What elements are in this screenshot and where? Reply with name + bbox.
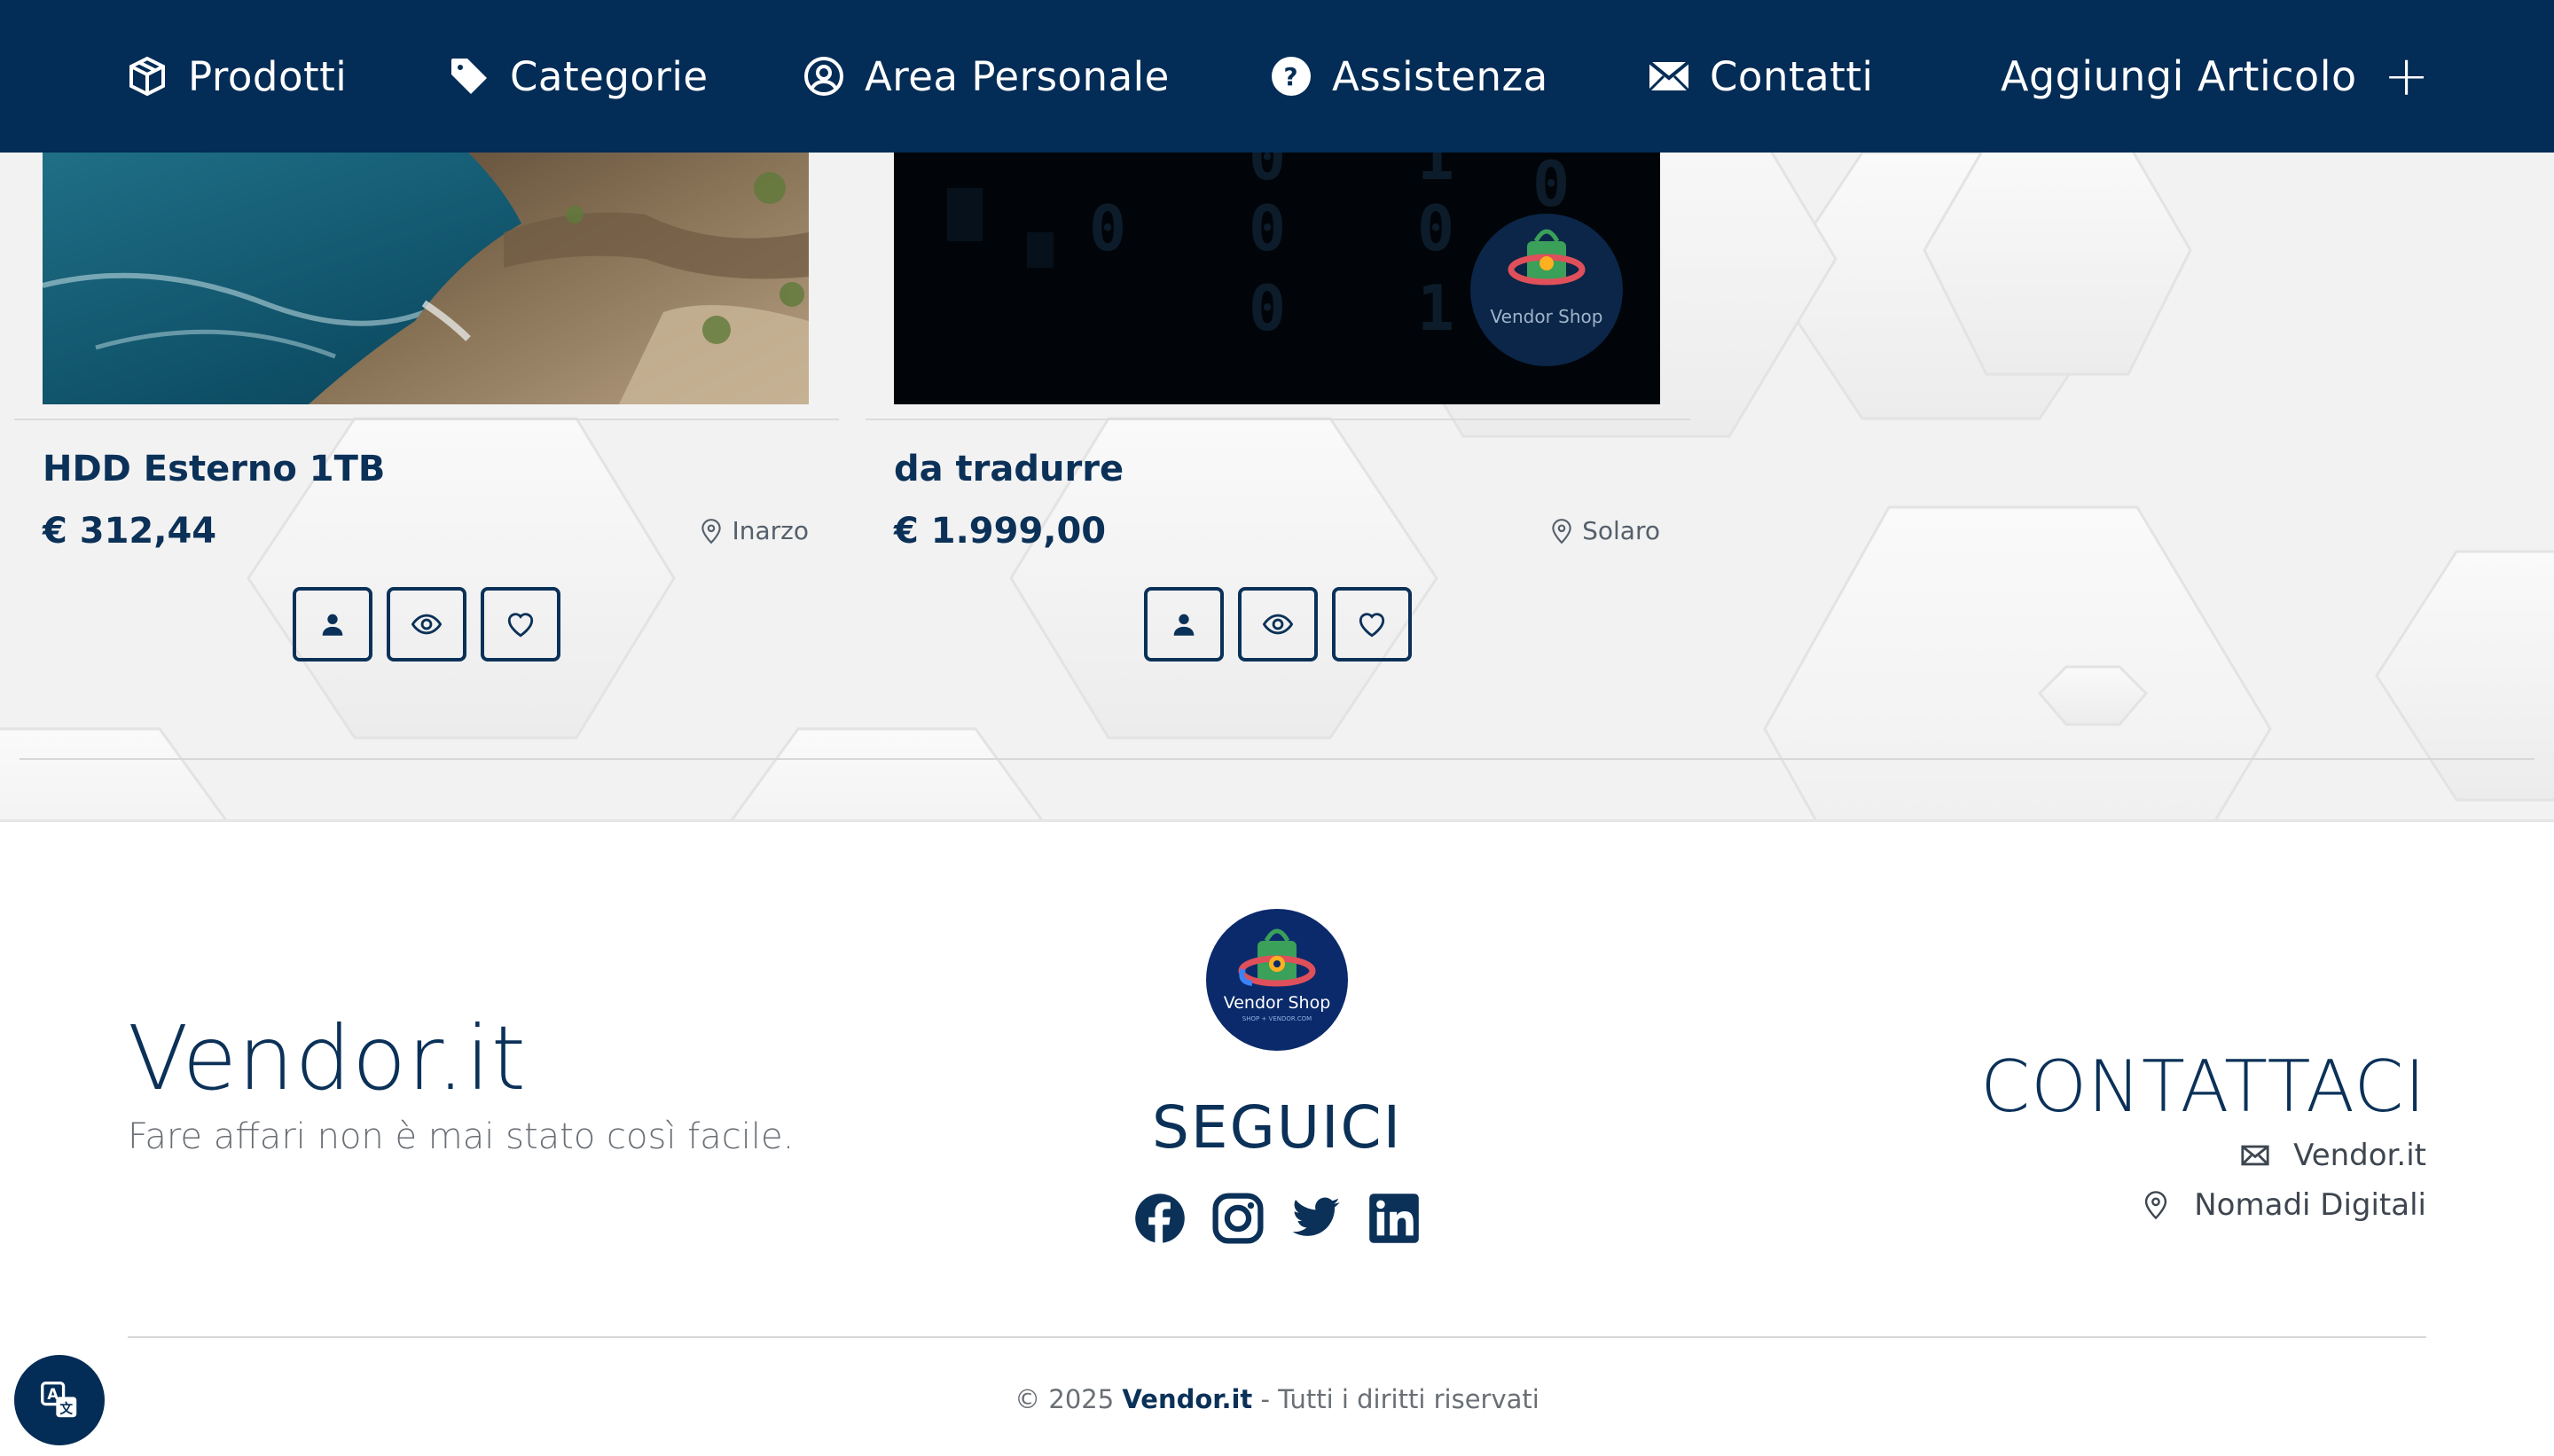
favorite-button[interactable] [1332, 587, 1412, 661]
main-navbar: Prodotti Categorie Area Personale ? Assi… [0, 0, 2554, 153]
twitter-link[interactable] [1290, 1193, 1342, 1244]
logo-text: Vendor Shop [1224, 993, 1331, 1013]
heart-icon [1359, 613, 1385, 638]
map-pin-icon [701, 518, 722, 544]
follow-us-title: SEGUICI [1151, 1093, 1403, 1162]
svg-text:?: ? [1283, 62, 1298, 91]
product-card: 000 101 00 Vendor Shop da tradurre € 1.9… [866, 153, 1690, 663]
product-location: Solaro [1550, 516, 1660, 545]
footer: Vendor.it Fare affari non è mai stato co… [0, 819, 2554, 1456]
nav-item-label: Assistenza [1332, 52, 1548, 100]
svg-text:0: 0 [1249, 153, 1286, 194]
copyright-text: © 2025 Vendor.it - Tutti i diritti riser… [1015, 1384, 1539, 1414]
nav-item-label: Prodotti [188, 52, 348, 100]
contact-email[interactable]: Vendor.it [2240, 1138, 2426, 1173]
svg-text:1: 1 [1417, 272, 1454, 345]
nav-item-area-personale[interactable]: Area Personale [803, 0, 1170, 153]
svg-text:0: 0 [1532, 153, 1570, 221]
add-article-button[interactable]: Aggiungi Articolo + [2001, 0, 2430, 153]
nav-item-label: Categorie [510, 52, 709, 100]
card-actions [866, 587, 1690, 661]
social-links [1134, 1193, 1420, 1244]
svg-text:0: 0 [1089, 192, 1126, 265]
map-pin-icon [1552, 518, 1571, 544]
product-image[interactable]: 000 101 00 Vendor Shop [894, 153, 1660, 404]
section-divider [20, 758, 2534, 760]
envelope-icon [1648, 60, 1690, 92]
nav-item-contatti[interactable]: Contatti [1648, 0, 1873, 153]
svg-text:0: 0 [1249, 192, 1286, 265]
box-icon [129, 56, 165, 97]
nav-item-categorie[interactable]: Categorie [448, 0, 709, 153]
translate-button[interactable]: A 文 [14, 1355, 105, 1445]
user-circle-icon [804, 57, 843, 96]
view-product-button[interactable] [387, 587, 466, 661]
instagram-link[interactable] [1212, 1193, 1264, 1244]
product-location: Inarzo [700, 516, 809, 545]
nav-item-label: Contatti [1710, 52, 1874, 100]
contact-address-label: Nomadi Digitali [2194, 1187, 2426, 1223]
copyright-prefix: © 2025 [1015, 1384, 1115, 1414]
heart-icon [507, 613, 534, 638]
svg-text:0: 0 [1417, 192, 1454, 265]
translate-icon: A 文 [41, 1382, 77, 1418]
svg-text:Vendor Shop: Vendor Shop [1491, 306, 1603, 327]
seller-profile-button[interactable] [293, 587, 372, 661]
svg-text:1: 1 [1417, 153, 1454, 194]
product-title[interactable]: HDD Esterno 1TB [43, 449, 385, 489]
eye-icon [411, 614, 442, 635]
twitter-icon [1292, 1197, 1340, 1236]
instagram-icon [1212, 1193, 1264, 1244]
footer-tagline: Fare affari non è mai stato così facile. [128, 1116, 795, 1157]
copyright-suffix: - Tutti i diritti riservati [1260, 1384, 1539, 1414]
product-location-label: Inarzo [732, 516, 809, 545]
map-pin-icon [2145, 1191, 2167, 1220]
contact-email-label: Vendor.it [2293, 1138, 2426, 1173]
add-article-label: Aggiungi Articolo [2001, 52, 2357, 100]
favorite-button[interactable] [481, 587, 560, 661]
linkedin-icon [1369, 1194, 1419, 1243]
envelope-icon [2241, 1145, 2269, 1166]
nav-item-assistenza[interactable]: ? Assistenza [1270, 0, 1548, 153]
svg-text:文: 文 [59, 1401, 73, 1417]
svg-text:0: 0 [1249, 272, 1286, 345]
user-icon [322, 614, 343, 636]
view-product-button[interactable] [1238, 587, 1318, 661]
linkedin-link[interactable] [1368, 1193, 1420, 1244]
product-price: € 312,44 [43, 511, 217, 552]
eye-icon [1263, 614, 1293, 635]
plus-icon: + [2383, 43, 2431, 108]
vendor-shop-logo: Vendor Shop SHOP + VENDOR.COM [1206, 909, 1348, 1051]
facebook-icon [1135, 1194, 1185, 1244]
product-location-label: Solaro [1582, 516, 1660, 545]
product-price: € 1.999,00 [894, 511, 1107, 552]
product-title[interactable]: da tradurre [894, 449, 1124, 489]
product-card: HDD Esterno 1TB € 312,44 Inarzo [14, 153, 839, 663]
seller-profile-button[interactable] [1144, 587, 1224, 661]
footer-brand-title: Vendor.it [128, 1006, 527, 1110]
logo-subtext: SHOP + VENDOR.COM [1242, 1015, 1312, 1022]
contact-title: CONTATTACI [1980, 1045, 2426, 1128]
card-divider [14, 419, 839, 420]
copyright-brand[interactable]: Vendor.it [1122, 1384, 1252, 1414]
nav-item-label: Area Personale [865, 52, 1170, 100]
card-divider [866, 419, 1690, 420]
nav-item-prodotti[interactable]: Prodotti [126, 0, 347, 153]
question-circle-icon: ? [1272, 57, 1311, 96]
contact-address: Nomadi Digitali [2141, 1187, 2426, 1223]
user-icon [1173, 614, 1195, 636]
binary-dark-image: 000 101 00 Vendor Shop [894, 153, 1660, 404]
card-actions [14, 587, 839, 661]
facebook-link[interactable] [1134, 1193, 1186, 1244]
sea-cliff-image [43, 153, 809, 404]
tag-icon [451, 59, 487, 94]
product-image[interactable] [43, 153, 809, 404]
footer-divider [128, 1336, 2426, 1338]
